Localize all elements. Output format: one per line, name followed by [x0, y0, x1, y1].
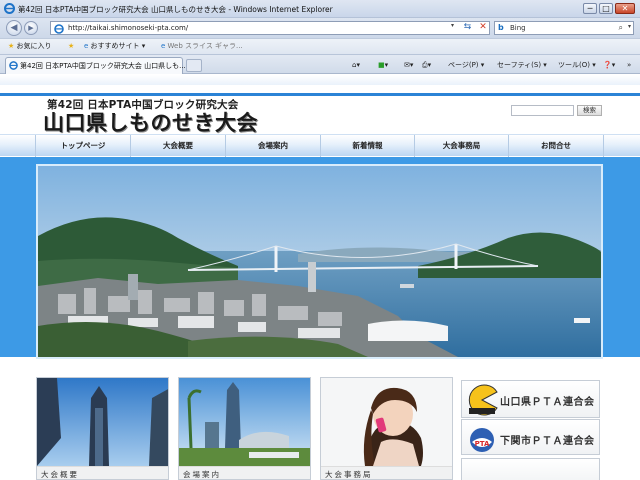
- card-office-label: 大会事務局: [321, 466, 452, 479]
- banner-shimonoseki-pta[interactable]: PTA 下関市ＰＴＡ連合会: [461, 419, 600, 455]
- favorites-label: お気に入り: [16, 42, 52, 50]
- home-icon[interactable]: ⌂▾: [352, 60, 360, 70]
- favorite-suggested-label: おすすめサイト ▾: [90, 42, 146, 50]
- site-title[interactable]: 山口県しものせき大会: [43, 107, 258, 137]
- print-icon[interactable]: ⎙▾: [422, 60, 431, 70]
- hero-photo-kanmon-bridge: [36, 164, 603, 359]
- maximize-button[interactable]: □: [599, 3, 613, 14]
- nav-venue[interactable]: 会場案内: [225, 135, 320, 157]
- top-stripe: [0, 75, 640, 85]
- search-box[interactable]: b Bing ⌕ ▾: [494, 21, 634, 35]
- new-tab-button[interactable]: [186, 59, 202, 72]
- address-toolbar: ◀ ▶ http://taikai.shimonoseki-pta.com/ ▾…: [0, 18, 640, 38]
- shimonoseki-pta-logo-icon: PTA: [470, 428, 494, 452]
- nav-news[interactable]: 新着情報: [320, 135, 414, 157]
- nav-office[interactable]: 大会事務局: [414, 135, 508, 157]
- card-venue-label: 会場案内: [179, 466, 310, 479]
- nav-top-page[interactable]: トップページ: [35, 135, 130, 157]
- nav-overview[interactable]: 大会概要: [130, 135, 225, 157]
- favorites-bar: ★ お気に入り ★ e おすすめサイト ▾ e Web スライス ギャラ...: [0, 38, 640, 54]
- star-icon: ★: [8, 42, 15, 50]
- card-office-image: [321, 378, 452, 466]
- site-search-button[interactable]: 検索: [577, 105, 602, 116]
- card-overview-label: 大会概要: [37, 466, 168, 479]
- chevron-right-icon[interactable]: »: [627, 60, 631, 70]
- back-button[interactable]: ◀: [6, 20, 22, 36]
- banner-shimonoseki-label: 下関市ＰＴＡ連合会: [500, 436, 595, 447]
- forward-button[interactable]: ▶: [24, 21, 38, 35]
- card-overview-image: [37, 378, 168, 466]
- nav-contact[interactable]: お問合せ: [508, 135, 604, 157]
- page-icon: [54, 24, 64, 36]
- mail-icon[interactable]: ✉▾: [404, 60, 413, 70]
- header-rule: [0, 93, 640, 96]
- search-dropdown-icon[interactable]: ▾: [628, 23, 631, 30]
- ie-logo-icon: [4, 3, 15, 16]
- ie-favorite-icon: e: [84, 42, 89, 50]
- banner-yamaguchi-pta[interactable]: 山口県ＰＴＡ連合会: [461, 380, 600, 418]
- window-title-bar: 第42回 日本PTA中国ブロック研究大会 山口県しものせき大会 - Window…: [0, 0, 640, 18]
- card-venue-image: [179, 378, 310, 466]
- safety-menu[interactable]: セーフティ(S) ▾: [497, 60, 547, 70]
- web-slice-icon: e: [161, 42, 166, 50]
- banner-third[interactable]: [461, 458, 600, 480]
- feeds-icon[interactable]: ■▾: [378, 60, 388, 70]
- global-nav: トップページ 大会概要 会場案内 新着情報 大会事務局 お問合せ: [0, 134, 640, 157]
- banner-yamaguchi-label: 山口県ＰＴＡ連合会: [500, 397, 595, 408]
- close-window-button[interactable]: ✕: [615, 3, 635, 14]
- tools-menu[interactable]: ツール(O) ▾: [558, 60, 596, 70]
- address-url: http://taikai.shimonoseki-pta.com/: [68, 24, 189, 32]
- search-icon[interactable]: ⌕: [619, 23, 623, 33]
- page-content: 第42回 日本PTA中国ブロック研究大会 山口県しものせき大会 検索 トップペー…: [0, 75, 640, 480]
- minimize-button[interactable]: ─: [583, 3, 597, 14]
- bing-icon: b: [498, 23, 504, 32]
- forward-arrow-icon: ▶: [28, 24, 34, 32]
- stop-icon[interactable]: ✕: [477, 21, 489, 33]
- favorite-suggested-sites[interactable]: e おすすめサイト ▾: [84, 41, 145, 52]
- tab-current[interactable]: 第42回 日本PTA中国ブロック研究大会 山口県しも...: [5, 57, 186, 74]
- tab-title: 第42回 日本PTA中国ブロック研究大会 山口県しも...: [20, 62, 186, 70]
- help-menu[interactable]: ❓▾: [603, 60, 615, 70]
- back-arrow-icon: ◀: [10, 23, 18, 33]
- tab-page-icon: [9, 61, 18, 72]
- address-dropdown-icon[interactable]: ▾: [451, 22, 454, 29]
- yamaguchi-pta-logo-icon: [468, 384, 498, 416]
- address-field[interactable]: http://taikai.shimonoseki-pta.com/: [50, 21, 490, 35]
- favorite-web-slice-label: Web スライス ギャラ...: [167, 42, 243, 50]
- tab-bar: 第42回 日本PTA中国ブロック研究大会 山口県しも... ⌂▾ ■▾ ✉▾ ⎙…: [0, 54, 640, 74]
- favorites-button[interactable]: ★ お気に入り: [8, 41, 52, 52]
- site-search-input[interactable]: [511, 105, 574, 116]
- page-menu[interactable]: ページ(P) ▾: [448, 60, 484, 70]
- refresh-icon[interactable]: ⇆: [461, 21, 474, 33]
- window-title: 第42回 日本PTA中国ブロック研究大会 山口県しものせき大会 - Window…: [18, 5, 333, 14]
- card-overview[interactable]: 大会概要: [36, 377, 169, 480]
- favorite-web-slice[interactable]: e Web スライス ギャラ...: [161, 41, 243, 52]
- add-favorite-icon[interactable]: ★: [68, 41, 74, 52]
- card-office[interactable]: 大会事務局: [320, 377, 453, 480]
- card-venue[interactable]: 会場案内: [178, 377, 311, 480]
- svg-text:PTA: PTA: [475, 440, 490, 448]
- search-placeholder: Bing: [510, 24, 526, 32]
